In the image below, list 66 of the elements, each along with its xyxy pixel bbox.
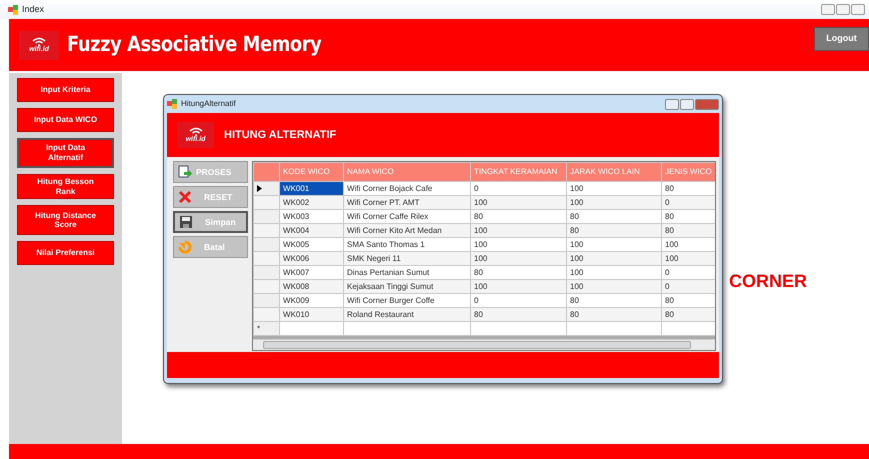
table-cell: 80 bbox=[566, 308, 662, 322]
logout-button[interactable]: Logout bbox=[814, 27, 869, 51]
table-cell: Wifi Corner Kito Art Medan bbox=[344, 224, 471, 238]
wifi-icon bbox=[188, 127, 204, 136]
window-title: Index bbox=[22, 2, 44, 16]
action-button[interactable]: Simpan bbox=[173, 211, 248, 233]
undo-arrow-icon bbox=[178, 240, 192, 254]
table-cell: 100 bbox=[470, 196, 567, 210]
column-header[interactable]: TINGKAT KERAMAIAN bbox=[470, 162, 567, 182]
table-cell: 100 bbox=[470, 224, 567, 238]
action-button[interactable]: Batal bbox=[173, 236, 248, 258]
scroll-thumb[interactable] bbox=[263, 341, 692, 349]
table-cell: 100 bbox=[470, 280, 567, 294]
table-cell: WK002 bbox=[280, 196, 344, 210]
table-cell: 80 bbox=[566, 224, 662, 238]
new-row-marker: * bbox=[257, 324, 260, 332]
action-button[interactable]: RESET bbox=[173, 186, 248, 208]
document-icon bbox=[178, 165, 192, 179]
table-cell: WK004 bbox=[280, 224, 344, 238]
horizontal-scrollbar[interactable] bbox=[253, 339, 715, 350]
dialog-title: HitungAlternatif bbox=[181, 98, 236, 110]
wifi-icon bbox=[31, 37, 47, 46]
table-cell: 100 bbox=[662, 252, 715, 266]
app-title: Fuzzy Associative Memory bbox=[67, 31, 322, 58]
maximize-button[interactable] bbox=[836, 4, 850, 15]
table-cell: SMK Negeri 11 bbox=[344, 252, 471, 266]
table-cell: 80 bbox=[662, 308, 715, 322]
sidebar-button[interactable]: Input Data Alternatif bbox=[17, 138, 114, 168]
app-icon bbox=[8, 4, 19, 14]
sidebar-button[interactable]: Nilai Preferensi bbox=[17, 241, 114, 266]
table-cell: 100 bbox=[566, 252, 662, 266]
table-cell: 0 bbox=[662, 280, 715, 294]
column-header[interactable]: NAMA WICO bbox=[344, 162, 471, 182]
sidebar-button[interactable]: Hitung Besson Rank bbox=[17, 174, 114, 200]
table-cell: 80 bbox=[662, 224, 715, 238]
close-button[interactable] bbox=[695, 98, 719, 110]
dialog-heading: HITUNG ALTERNATIF bbox=[224, 128, 336, 143]
column-header[interactable]: JENIS WICO bbox=[662, 162, 715, 182]
maximize-button[interactable] bbox=[680, 98, 694, 110]
column-header[interactable]: JARAK WICO LAIN bbox=[566, 162, 662, 182]
app-icon bbox=[167, 99, 178, 109]
table-cell: 100 bbox=[470, 252, 567, 266]
table-cell: Wifi Corner PT. AMT bbox=[344, 196, 471, 210]
table-cell: 0 bbox=[662, 196, 715, 210]
cross-icon bbox=[178, 190, 192, 204]
corner-text: CORNER bbox=[729, 270, 808, 293]
table-cell: Roland Restaurant bbox=[344, 308, 471, 322]
action-button[interactable]: PROSES bbox=[173, 161, 248, 183]
minimize-button[interactable] bbox=[665, 98, 679, 110]
close-button[interactable] bbox=[851, 4, 865, 15]
corner-header bbox=[254, 162, 280, 182]
column-header[interactable]: KODE WICO bbox=[280, 162, 344, 182]
table-cell: WK008 bbox=[280, 280, 344, 294]
table-cell: Kejaksaan Tinggi Sumut bbox=[344, 280, 471, 294]
sidebar-button[interactable]: Input Data WICO bbox=[17, 108, 114, 132]
minimize-button[interactable] bbox=[821, 4, 835, 15]
floppy-icon bbox=[179, 215, 193, 229]
sidebar-button[interactable]: Hitung Distance Score bbox=[17, 205, 114, 236]
row-header[interactable] bbox=[254, 182, 280, 196]
table-cell: 100 bbox=[566, 196, 662, 210]
table-cell: WK010 bbox=[280, 308, 344, 322]
table-cell: WK006 bbox=[280, 252, 344, 266]
table-cell: 100 bbox=[566, 280, 662, 294]
table-cell: 80 bbox=[470, 308, 567, 322]
table-cell: WK001 bbox=[280, 182, 344, 196]
sidebar-button[interactable]: Input Kriteria bbox=[17, 78, 114, 102]
